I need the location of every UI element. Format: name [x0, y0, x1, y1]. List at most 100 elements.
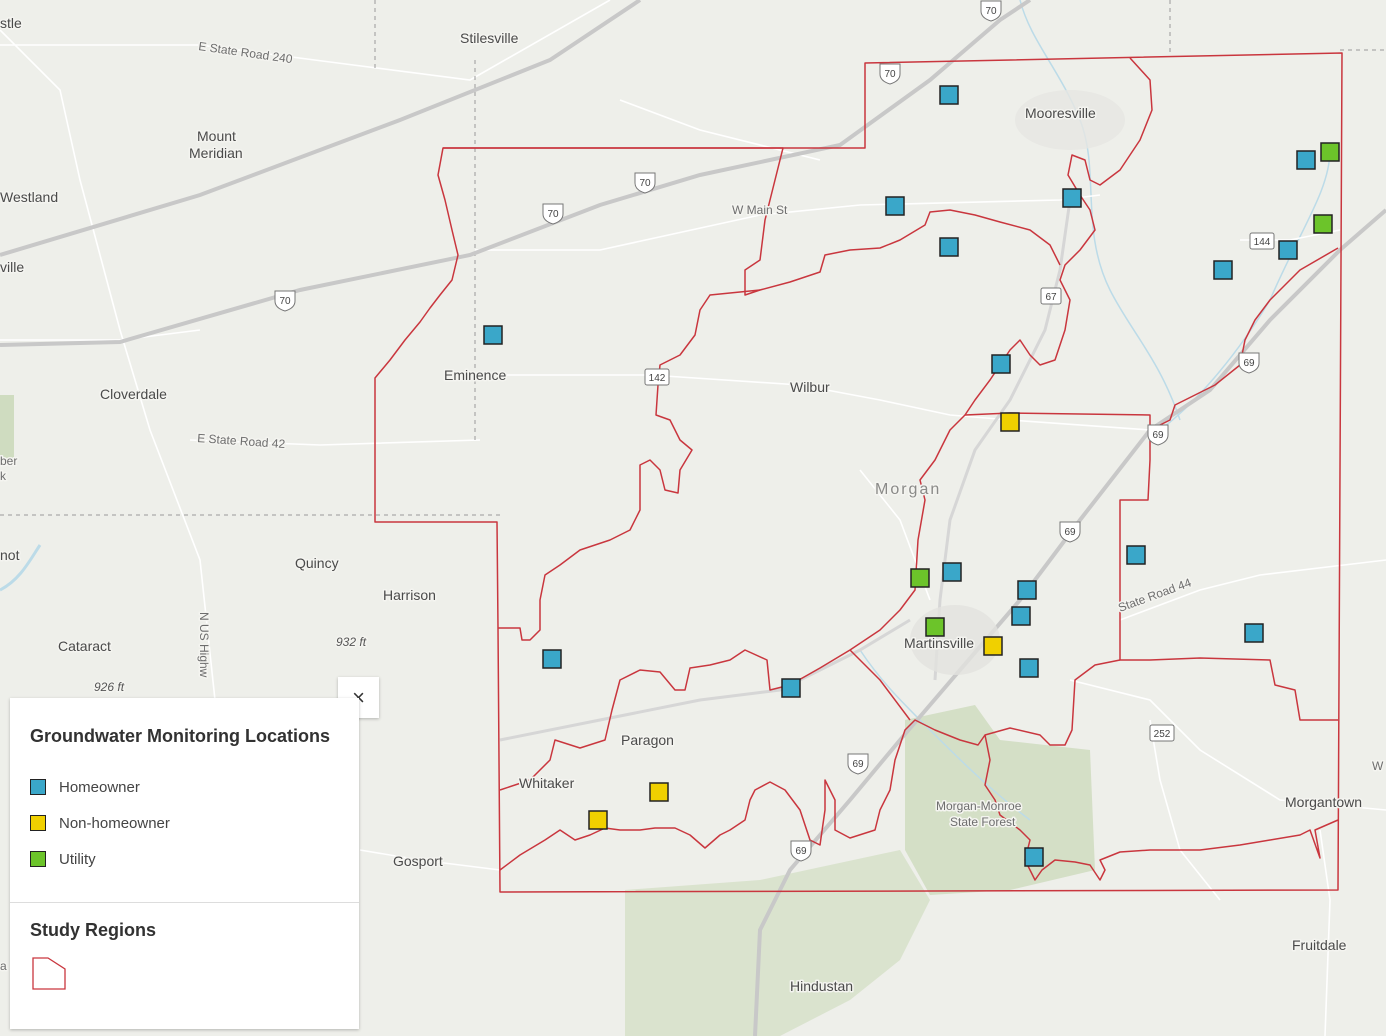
monitoring-point-homeowner[interactable]: [942, 562, 962, 582]
label-elevation-926: 926 ft: [94, 680, 125, 694]
label-hindustan: Hindustan: [790, 978, 853, 994]
legend-layer-title: Groundwater Monitoring Locations: [30, 726, 330, 746]
monitoring-point-homeowner[interactable]: [1244, 623, 1264, 643]
label-quincy: Quincy: [295, 555, 339, 571]
legend-item-label: Non-homeowner: [59, 814, 170, 832]
legend-region-swatch: [32, 957, 66, 990]
legend-item-homeowner: Homeowner: [30, 769, 330, 805]
route-shield: 69: [1147, 424, 1169, 446]
monitoring-point-homeowner[interactable]: [1024, 847, 1044, 867]
legend-divider: [10, 902, 359, 903]
monitoring-point-utility[interactable]: [1313, 214, 1333, 234]
monitoring-point-homeowner[interactable]: [542, 649, 562, 669]
legend-layer-monitoring: Groundwater Monitoring Locations Homeown…: [30, 726, 330, 877]
legend-item-label: Utility: [59, 850, 96, 868]
monitoring-point-homeowner[interactable]: [483, 325, 503, 345]
route-shield: 70: [542, 203, 564, 225]
label-meridian: Meridian: [189, 145, 243, 161]
label-k: k: [0, 469, 7, 483]
monitoring-point-homeowner[interactable]: [885, 196, 905, 216]
label-cloverdale: Cloverdale: [100, 386, 167, 402]
route-shield-label: 70: [985, 6, 997, 17]
monitoring-point-homeowner[interactable]: [1019, 658, 1039, 678]
label-stle: stle: [0, 15, 22, 31]
label-cataract: Cataract: [58, 638, 111, 654]
monitoring-point-utility[interactable]: [925, 617, 945, 637]
monitoring-point-homeowner[interactable]: [939, 237, 959, 257]
route-shield-label: 142: [649, 373, 666, 384]
monitoring-point-utility[interactable]: [910, 568, 930, 588]
route-shield: 70: [879, 63, 901, 85]
route-shield: 70: [274, 290, 296, 312]
legend-swatch-homeowner: [30, 779, 46, 795]
legend-item-non-homeowner: Non-homeowner: [30, 805, 330, 841]
route-shield-label: 70: [884, 69, 896, 80]
route-shield-label: 70: [547, 209, 559, 220]
monitoring-point-utility[interactable]: [1320, 142, 1340, 162]
monitoring-point-non-homeowner[interactable]: [649, 782, 669, 802]
label-morgan: Morgan: [875, 481, 941, 498]
route-shield-label: 70: [279, 296, 291, 307]
route-shield-label: 70: [639, 178, 651, 189]
monitoring-point-homeowner[interactable]: [1011, 606, 1031, 626]
monitoring-point-non-homeowner[interactable]: [1000, 412, 1020, 432]
label-stilesville: Stilesville: [460, 30, 519, 46]
label-morgantown: Morgantown: [1285, 794, 1362, 810]
route-shield-label: 69: [1152, 430, 1164, 441]
route-shield: 70: [980, 0, 1002, 22]
route-shield-label: 144: [1254, 237, 1271, 248]
label-gosport: Gosport: [393, 853, 443, 869]
route-shield-label: 67: [1045, 292, 1057, 303]
route-shield: 252: [1149, 724, 1175, 742]
monitoring-point-homeowner[interactable]: [1126, 545, 1146, 565]
route-shield-label: 69: [1064, 527, 1076, 538]
monitoring-point-non-homeowner[interactable]: [588, 810, 608, 830]
label-eminence: Eminence: [444, 367, 506, 383]
label-not: not: [0, 547, 20, 563]
route-shield-label: 252: [1154, 729, 1171, 740]
label-mooresville: Mooresville: [1025, 105, 1096, 121]
monitoring-point-homeowner[interactable]: [1017, 580, 1037, 600]
label-whitaker: Whitaker: [519, 775, 575, 791]
monitoring-point-homeowner[interactable]: [939, 85, 959, 105]
route-shield: 144: [1249, 232, 1275, 250]
label-harrison: Harrison: [383, 587, 436, 603]
route-shield: 69: [1059, 521, 1081, 543]
label-wilbur: Wilbur: [790, 379, 830, 395]
monitoring-point-homeowner[interactable]: [1296, 150, 1316, 170]
legend-item-utility: Utility: [30, 841, 330, 877]
label-elevation-932: 932 ft: [336, 635, 367, 649]
legend-swatch-non-homeowner: [30, 815, 46, 831]
label-w-main-st: W Main St: [732, 203, 788, 217]
legend-panel: Groundwater Monitoring Locations Homeown…: [10, 698, 359, 1029]
route-shield: 69: [847, 753, 869, 775]
label-ber: ber: [0, 454, 17, 468]
label-morgan-monroe: Morgan-Monroe: [936, 799, 1022, 813]
route-shield: 70: [634, 172, 656, 194]
route-shield-label: 69: [852, 759, 864, 770]
route-shield-label: 69: [795, 846, 807, 857]
legend-layer-title: Study Regions: [30, 920, 157, 940]
monitoring-point-homeowner[interactable]: [781, 678, 801, 698]
legend-item-label: Homeowner: [59, 778, 140, 796]
monitoring-point-homeowner[interactable]: [991, 354, 1011, 374]
label-state-forest: State Forest: [950, 815, 1016, 829]
monitoring-point-non-homeowner[interactable]: [983, 636, 1003, 656]
label-westland: Westland: [0, 189, 58, 205]
label-ville: ville: [0, 259, 24, 275]
label-mount: Mount: [197, 128, 236, 144]
label-us-highway: N US Highw: [197, 612, 211, 678]
legend-swatch-utility: [30, 851, 46, 867]
label-martinsville: Martinsville: [904, 635, 974, 651]
route-shield: 69: [1238, 352, 1260, 374]
label-w: W: [1372, 759, 1384, 773]
label-fruitdale: Fruitdale: [1292, 937, 1347, 953]
monitoring-point-homeowner[interactable]: [1213, 260, 1233, 280]
route-shield: 69: [790, 840, 812, 862]
monitoring-point-homeowner[interactable]: [1278, 240, 1298, 260]
monitoring-point-homeowner[interactable]: [1062, 188, 1082, 208]
legend-layer-study-regions: Study Regions: [30, 920, 156, 996]
label-paragon: Paragon: [621, 732, 674, 748]
route-shield-label: 69: [1243, 358, 1255, 369]
label-a: a: [0, 959, 7, 973]
